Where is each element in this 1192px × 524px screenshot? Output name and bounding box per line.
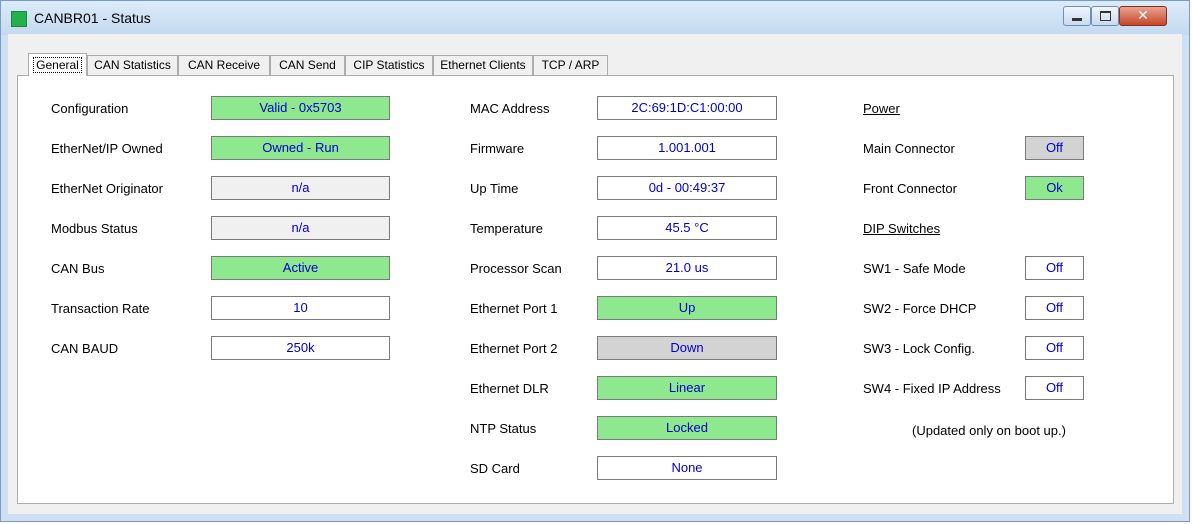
processor-scan-label: Processor Scan: [470, 261, 562, 276]
tab-general[interactable]: General: [28, 53, 87, 76]
tab-label: CAN Statistics: [94, 58, 171, 72]
sw1-safe-mode-label: SW1 - Safe Mode: [863, 261, 966, 276]
main-connector-value: Off: [1025, 136, 1084, 160]
main-connector-label: Main Connector: [863, 141, 955, 156]
tab-tcp-arp[interactable]: TCP / ARP: [533, 55, 608, 75]
ethernet-ip-owned-label: EtherNet/IP Owned: [51, 141, 163, 156]
sw2-force-dhcp-value: Off: [1025, 296, 1084, 320]
sw3-lock-config-value: Off: [1025, 336, 1084, 360]
maximize-icon: [1099, 11, 1111, 21]
modbus-status-label: Modbus Status: [51, 221, 138, 236]
configuration-value: Valid - 0x5703: [211, 96, 390, 120]
tab-label: CAN Receive: [187, 58, 261, 72]
tab-can-send[interactable]: CAN Send: [270, 55, 345, 75]
up-time-label: Up Time: [470, 181, 519, 196]
mac-address-label: MAC Address: [470, 101, 550, 116]
firmware-label: Firmware: [470, 141, 525, 156]
ethernet-originator-value: n/a: [211, 176, 390, 200]
front-connector-value: Ok: [1025, 176, 1084, 200]
processor-scan-value: 21.0 us: [597, 256, 777, 280]
transaction-rate-value: 10: [211, 296, 390, 320]
sw1-safe-mode-value: Off: [1025, 256, 1084, 280]
mac-address-value: 2C:69:1D:C1:00:00: [597, 96, 777, 120]
tab-label: CIP Statistics: [353, 58, 425, 72]
dip-update-note: (Updated only on boot up.): [912, 423, 1066, 438]
close-icon: ✕: [1137, 8, 1149, 24]
can-baud-value: 250k: [211, 336, 390, 360]
ntp-status-value: Locked: [597, 416, 777, 440]
firmware-value: 1.001.001: [597, 136, 777, 160]
configuration-label: Configuration: [51, 101, 129, 116]
minimize-button[interactable]: [1063, 6, 1091, 26]
ethernet-originator-label: EtherNet Originator: [51, 181, 163, 196]
transaction-rate-label: Transaction Rate: [51, 301, 150, 316]
tab-label: General: [33, 57, 82, 73]
maximize-button[interactable]: [1091, 6, 1119, 26]
tab-cip-statistics[interactable]: CIP Statistics: [345, 55, 433, 75]
temperature-value: 45.5 °C: [597, 216, 777, 240]
can-bus-value: Active: [211, 256, 390, 280]
ethernet-port-1-value: Up: [597, 296, 777, 320]
can-baud-label: CAN BAUD: [51, 341, 119, 356]
dip-switches-heading: DIP Switches: [863, 221, 941, 236]
sw2-force-dhcp-label: SW2 - Force DHCP: [863, 301, 977, 316]
ntp-status-label: NTP Status: [470, 421, 537, 436]
tab-label: CAN Send: [279, 58, 336, 72]
temperature-label: Temperature: [470, 221, 543, 236]
tab-label: TCP / ARP: [541, 58, 600, 72]
sd-card-label: SD Card: [470, 461, 520, 476]
power-heading: Power: [863, 101, 900, 116]
window-title: CANBR01 - Status: [34, 10, 151, 26]
up-time-value: 0d - 00:49:37: [597, 176, 777, 200]
minimize-icon: [1072, 17, 1082, 21]
tab-can-receive[interactable]: CAN Receive: [178, 55, 270, 75]
ethernet-port-1-label: Ethernet Port 1: [470, 301, 558, 316]
can-bus-label: CAN Bus: [51, 261, 105, 276]
title-bar[interactable]: CANBR01 - Status ✕: [1, 1, 1189, 35]
app-icon: [11, 11, 27, 27]
ethernet-port-2-label: Ethernet Port 2: [470, 341, 558, 356]
ethernet-port-2-value: Down: [597, 336, 777, 360]
close-button[interactable]: ✕: [1119, 6, 1167, 26]
general-panel: [17, 75, 1174, 504]
tab-ethernet-clients[interactable]: Ethernet Clients: [433, 55, 533, 75]
sw3-lock-config-label: SW3 - Lock Config.: [863, 341, 975, 356]
tab-can-statistics[interactable]: CAN Statistics: [87, 55, 178, 75]
sw4-fixed-ip-label: SW4 - Fixed IP Address: [863, 381, 1001, 396]
sw4-fixed-ip-value: Off: [1025, 376, 1084, 400]
ethernet-dlr-label: Ethernet DLR: [470, 381, 549, 396]
modbus-status-value: n/a: [211, 216, 390, 240]
sd-card-value: None: [597, 456, 777, 480]
ethernet-dlr-value: Linear: [597, 376, 777, 400]
tab-label: Ethernet Clients: [440, 58, 526, 72]
ethernet-ip-owned-value: Owned - Run: [211, 136, 390, 160]
front-connector-label: Front Connector: [863, 181, 957, 196]
